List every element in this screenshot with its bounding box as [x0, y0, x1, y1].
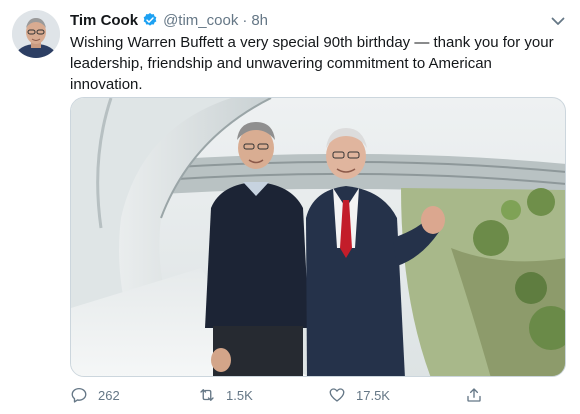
- reply-count: 262: [98, 387, 120, 403]
- reply-button[interactable]: 262: [70, 384, 120, 406]
- speech-bubble-icon: [71, 387, 87, 403]
- like-count: 17.5K: [356, 387, 390, 403]
- share-button[interactable]: [465, 384, 493, 406]
- tweet-timestamp[interactable]: 8h: [251, 12, 268, 29]
- tweet-photo[interactable]: [70, 97, 566, 377]
- tweet-text: Wishing Warren Buffett a very special 90…: [70, 34, 554, 93]
- tweet-card[interactable]: Tim Cook @tim_cook · 8h Wishing Warren B…: [0, 0, 580, 414]
- author-avatar[interactable]: [12, 10, 60, 58]
- more-options-button[interactable]: [549, 12, 567, 30]
- retweet-count: 1.5K: [226, 387, 253, 403]
- photo-image: [71, 98, 565, 376]
- author-handle[interactable]: @tim_cook: [163, 12, 238, 29]
- like-button[interactable]: 17.5K: [328, 384, 390, 406]
- retweet-arrows-icon: [200, 389, 214, 401]
- retweet-button[interactable]: 1.5K: [198, 384, 253, 406]
- avatar-image: [12, 10, 60, 58]
- author-name[interactable]: Tim Cook: [70, 12, 138, 29]
- header-separator: ·: [242, 11, 248, 29]
- verified-badge-icon: [143, 13, 157, 26]
- tweet-header: Tim Cook @tim_cook · 8h: [70, 10, 268, 30]
- heart-icon: [329, 388, 345, 402]
- share-upload-icon: [467, 388, 481, 402]
- tweet-actions: 262 1.5K 17.5K: [70, 384, 540, 406]
- chevron-down-icon: [551, 17, 565, 25]
